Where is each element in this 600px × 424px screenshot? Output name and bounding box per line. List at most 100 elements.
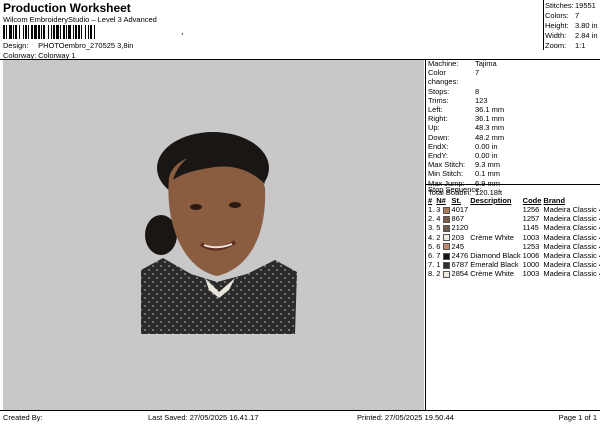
stop-sequence-header: # N# St. Description Code Brand [428, 196, 600, 205]
info-endx: EndX: 0.00 in [428, 141, 498, 151]
stop-description [470, 242, 522, 251]
col-brand: Brand [543, 196, 566, 205]
thread-color-swatch [442, 206, 450, 214]
thread-color-swatch [442, 252, 450, 260]
info-machine: Machine: Tajima [428, 59, 497, 68]
stop-code: 1006 [522, 251, 540, 261]
stop-code: 1000 [522, 260, 540, 270]
thread-color-swatch [442, 215, 450, 223]
info-left: Left: 36.1 mm [428, 105, 505, 115]
page-number: Page 1 of 1 [558, 413, 597, 422]
thread-color-swatch [442, 224, 450, 232]
stop-sequence-title: Stop Sequence: [428, 185, 482, 194]
footer-divider [0, 410, 600, 411]
stat-zoom: Zoom: 1:1 [545, 41, 586, 50]
stop-needle: 2 [436, 269, 451, 278]
page-title: Production Worksheet [3, 1, 131, 15]
stop-number: 5. [428, 241, 435, 251]
info-trims: Trims: 123 [428, 95, 488, 105]
design-label: Design: [3, 41, 29, 50]
stop-brand: Madeira Classic 40 [543, 223, 600, 233]
info-right: Right: 36.1 mm [428, 114, 505, 124]
col-stitches: St. [451, 196, 462, 205]
stop-brand: Madeira Classic 40 [543, 260, 600, 270]
stop-brand: Madeira Classic 40 [543, 232, 600, 242]
stop-sequence-table: # N# St. Description Code Brand 1. 3 4017… [428, 196, 600, 279]
col-number: # [428, 196, 433, 205]
software-name: Wilcom EmbroideryStudio – Level 3 Advanc… [3, 15, 157, 24]
info-min-stitch: Min Stitch: 0.1 mm [428, 169, 501, 179]
stop-stitches: 203 [451, 232, 465, 242]
stop-description: Crème White [470, 232, 514, 242]
stop-brand: Madeira Classic 40 [543, 269, 600, 279]
stop-row: 1.3 4017 1256Madeira Classic 40 [428, 205, 600, 214]
design-row: Design: PHOTOembro_270525 3,8in [3, 41, 133, 50]
stop-description [470, 214, 522, 223]
stop-brand: Madeira Classic 40 [543, 241, 600, 251]
stop-brand: Madeira Classic 40 [543, 205, 600, 214]
panel-divider [425, 59, 426, 410]
printed-date: Printed: 27/05/2025 19.50.44 [357, 413, 454, 422]
stats-divider [543, 0, 544, 50]
info-up: Up: 48.3 mm [428, 123, 505, 133]
thread-color-swatch [442, 261, 450, 269]
stop-needle: 5 [436, 223, 451, 232]
stop-stitches: 2854 [451, 269, 469, 279]
stop-code: 1257 [522, 214, 540, 224]
stop-code: 1256 [522, 205, 540, 214]
stop-number: 2. [428, 214, 435, 224]
info-down: Down: 48.2 mm [428, 132, 505, 142]
thread-color-swatch [442, 270, 450, 278]
stop-needle: 1 [436, 260, 451, 269]
stop-row: 4.2 203 Crème White 1003Madeira Classic 40 [428, 233, 600, 242]
design-preview [3, 60, 424, 410]
stop-row: 2.4 867 1257Madeira Classic 40 [428, 214, 600, 223]
stop-brand: Madeira Classic 40 [543, 251, 600, 261]
stop-stitches: 4017 [451, 205, 469, 214]
thread-color-swatch [442, 243, 450, 251]
stop-number: 8. [428, 269, 435, 279]
stop-number: 6. [428, 251, 435, 261]
stop-stitches: 6787 [451, 260, 469, 270]
last-saved: Last Saved: 27/05/2025 16.41.17 [148, 413, 259, 422]
stop-code: 1003 [522, 232, 540, 242]
stop-code: 1145 [522, 223, 539, 233]
col-code: Code [522, 196, 542, 205]
embroidery-portrait-image [141, 132, 297, 334]
stop-description: Crème White [470, 269, 514, 279]
stop-description [470, 205, 522, 214]
stop-number: 3. [428, 223, 435, 233]
stop-needle: 6 [436, 242, 451, 251]
info-max-stitch: Max Stitch: 9.3 mm [428, 160, 501, 170]
stop-needle: 4 [436, 214, 451, 223]
stop-stitches: 2476 [451, 251, 469, 261]
stop-needle: 2 [436, 233, 451, 242]
info-endy: EndY: 0.00 in [428, 151, 498, 161]
stop-number: 7. [428, 260, 435, 270]
stop-row: 7. 1 6787 Emerald Black 1000 Madeira Classic… [428, 260, 600, 269]
stat-width: Width: 2.84 in [545, 31, 598, 40]
machine-info-panel: Machine: Tajima Color changes: 7 Stops: 8 T… [428, 59, 504, 197]
stop-description [470, 223, 522, 232]
stop-code: 1253 [522, 241, 540, 251]
stop-stitches: 245 [451, 241, 465, 251]
stop-needle: 7 [436, 251, 451, 260]
stop-row: 3.5 2120 1145 Madeira Classic 40 [428, 223, 600, 232]
design-value: PHOTOembro_270525 3,8in [38, 41, 134, 50]
stop-row: 5.6 245 1253Madeira Classic 40 [428, 242, 600, 251]
info-stops: Stops: 8 [428, 86, 480, 96]
thread-color-swatch [442, 234, 450, 242]
col-description: Description [470, 196, 512, 205]
barcode [3, 25, 95, 39]
stop-description: Diamond Black [470, 251, 521, 261]
stat-stitches: Stitches: 19551 [545, 1, 596, 10]
stop-number: 1. [428, 205, 435, 214]
stop-code: 1003 [522, 269, 540, 279]
info-color-changes: Color changes: 7 [428, 68, 480, 87]
stop-description: Emerald Black [470, 260, 519, 270]
stats-panel: Stitches: 19551 Colors: 7 Height: 3.80 in W… [545, 1, 598, 51]
stop-brand: Madeira Classic 40 [543, 214, 600, 224]
barcode-suffix: , [181, 26, 184, 36]
stop-needle: 3 [436, 205, 451, 214]
stat-height: Height: 3.80 in [545, 21, 598, 30]
